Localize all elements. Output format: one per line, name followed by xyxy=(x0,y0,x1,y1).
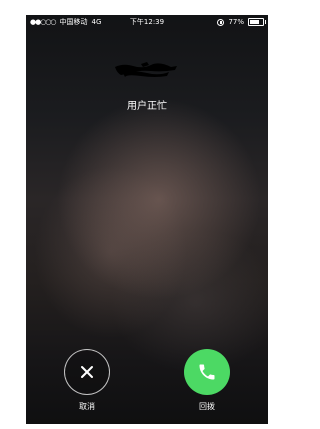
battery-fill xyxy=(250,20,260,24)
cancel-label: 取消 xyxy=(79,402,95,411)
cancel-action: 取消 xyxy=(62,349,112,412)
battery-percent: 77% xyxy=(228,18,244,26)
battery-icon xyxy=(248,18,266,26)
phone-icon xyxy=(199,364,215,380)
caller-name-redacted xyxy=(115,62,177,77)
rotation-lock-icon xyxy=(217,18,225,26)
close-icon xyxy=(81,366,93,378)
callback-action: 回拨 xyxy=(182,349,232,412)
status-bar: ●●○○○ 中国移动 4G 下午12:39 77% xyxy=(26,15,268,29)
status-right: 77% xyxy=(217,15,266,29)
call-status: 用户正忙 xyxy=(127,101,167,112)
callback-button[interactable] xyxy=(184,349,230,395)
callback-label: 回拨 xyxy=(199,402,215,411)
cancel-button[interactable] xyxy=(64,349,110,395)
call-screen: ●●○○○ 中国移动 4G 下午12:39 77% 用户正忙 取消 回拨 xyxy=(26,15,268,424)
